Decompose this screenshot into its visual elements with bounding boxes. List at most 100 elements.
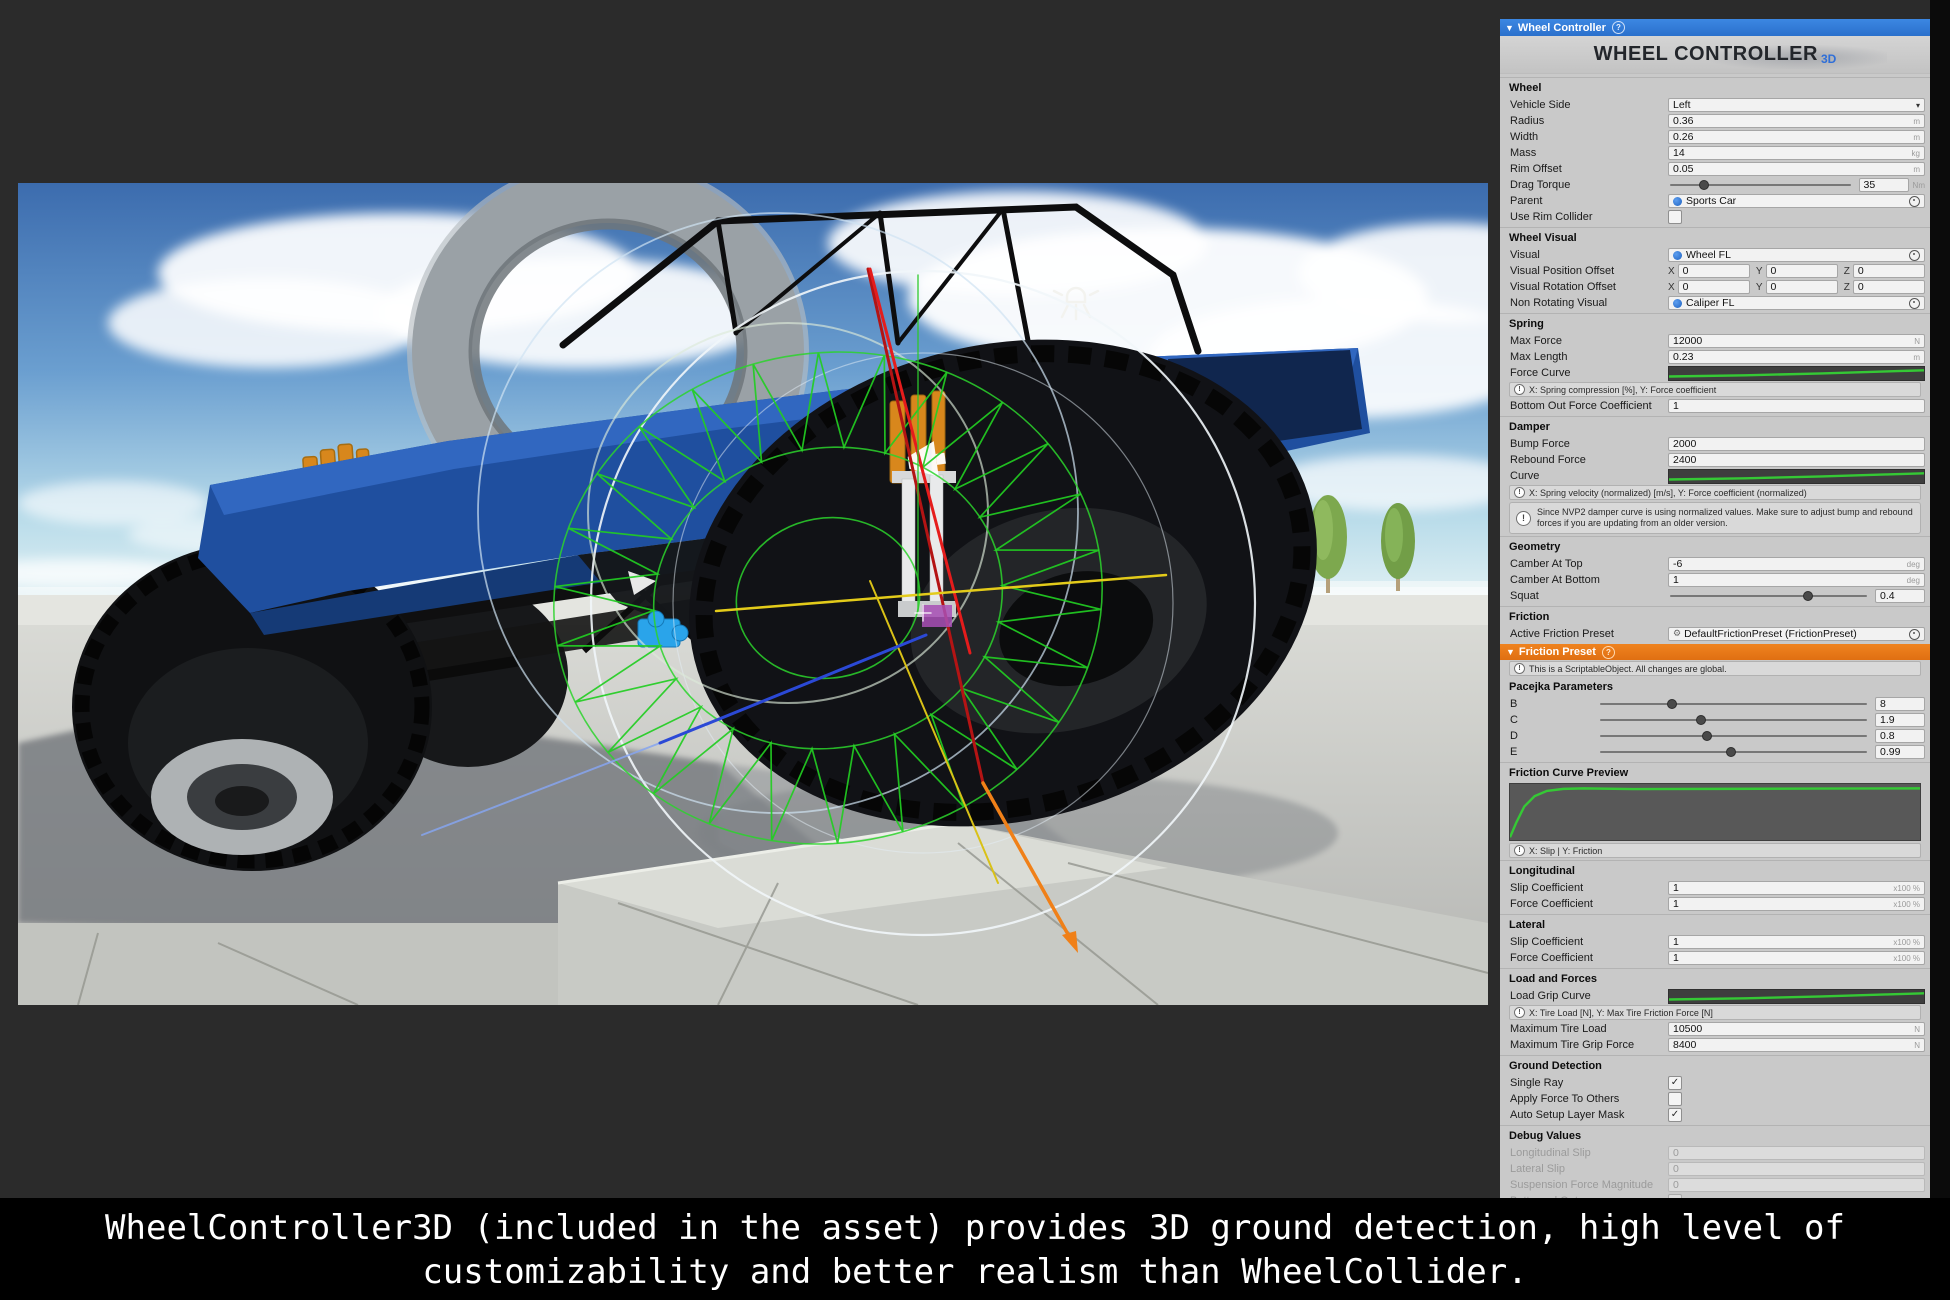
auto-setup-layer-mask-checkbox[interactable]: ✓ — [1668, 1108, 1682, 1122]
info-note: !X: Tire Load [N], Y: Max Tire Friction … — [1509, 1005, 1921, 1020]
object-picker-icon[interactable] — [1909, 298, 1920, 309]
object-name: Wheel FL — [1686, 249, 1731, 261]
slider-knob[interactable] — [1699, 180, 1709, 190]
non-rotating-visual-object-field[interactable]: Caliper FL — [1668, 296, 1925, 310]
field-value: 0 — [1858, 265, 1864, 277]
field-label: Force Coefficient — [1510, 898, 1668, 910]
camber-at-top-input[interactable]: -6deg — [1668, 557, 1925, 571]
maximum-tire-grip-force-input[interactable]: 8400N — [1668, 1038, 1925, 1052]
object-picker-icon[interactable] — [1909, 629, 1920, 640]
force-coefficient-input[interactable]: 1x100 % — [1668, 897, 1925, 911]
rim-offset-input[interactable]: 0.05m — [1668, 162, 1925, 176]
e-slider[interactable] — [1600, 751, 1867, 753]
field-value: 8 — [1880, 698, 1886, 710]
e-input[interactable]: 0.99 — [1875, 745, 1925, 759]
field-label: Bottom Out Force Coefficient — [1510, 400, 1668, 412]
help-icon[interactable]: ? — [1612, 21, 1625, 34]
mass-input[interactable]: 14kg — [1668, 146, 1925, 160]
parent-object-field[interactable]: Sports Car — [1668, 194, 1925, 208]
row-c: C1.9 — [1500, 712, 1930, 728]
scene-viewport[interactable] — [18, 183, 1488, 1005]
slip-coefficient-input[interactable]: 1x100 % — [1668, 881, 1925, 895]
squat-input[interactable]: 0.4 — [1875, 589, 1925, 603]
field-value: 2400 — [1673, 454, 1696, 466]
max-length-input[interactable]: 0.23m — [1668, 350, 1925, 364]
d-input[interactable]: 0.8 — [1875, 729, 1925, 743]
drag-torque-slider[interactable] — [1670, 184, 1851, 186]
visual-position-offset-z-input[interactable]: 0 — [1853, 264, 1925, 278]
c-slider[interactable] — [1600, 719, 1867, 721]
row-load-grip-curve: Load Grip Curve — [1500, 988, 1930, 1004]
visual-rotation-offset-z-input[interactable]: 0 — [1853, 280, 1925, 294]
row-maximum-tire-load: Maximum Tire Load10500N — [1500, 1021, 1930, 1037]
single-ray-checkbox[interactable]: ✓ — [1668, 1076, 1682, 1090]
row-parent: ParentSports Car — [1500, 193, 1930, 209]
squat-slider[interactable] — [1670, 595, 1867, 597]
radius-input[interactable]: 0.36m — [1668, 114, 1925, 128]
visual-position-offset-x-input[interactable]: 0 — [1678, 264, 1750, 278]
field-label: Drag Torque — [1510, 179, 1668, 191]
width-input[interactable]: 0.26m — [1668, 130, 1925, 144]
field-label: Force Curve — [1510, 367, 1668, 379]
bottom-out-force-coefficient-input[interactable]: 1 — [1668, 399, 1925, 413]
field-label: Vehicle Side — [1510, 99, 1668, 111]
b-slider[interactable] — [1600, 703, 1867, 705]
force-curve-curve-field[interactable] — [1668, 366, 1925, 381]
max-force-input[interactable]: 12000N — [1668, 334, 1925, 348]
section-header-friction: Friction — [1500, 606, 1930, 626]
drag-torque-input[interactable]: 35 — [1859, 178, 1909, 192]
maximum-tire-load-input[interactable]: 10500N — [1668, 1022, 1925, 1036]
unit-label: m — [1909, 133, 1920, 142]
curve-curve-field[interactable] — [1668, 469, 1925, 484]
field-value: -6 — [1673, 558, 1682, 570]
help-icon[interactable]: ? — [1602, 646, 1615, 659]
component-header[interactable]: ▼ Wheel Controller ? — [1500, 19, 1930, 36]
slider-knob[interactable] — [1702, 731, 1712, 741]
row-drag-torque: Drag Torque35Nm — [1500, 177, 1930, 193]
field-label: Visual Position Offset — [1510, 265, 1668, 277]
section-header-longitudinal: Longitudinal — [1500, 860, 1930, 880]
apply-force-to-others-checkbox[interactable] — [1668, 1092, 1682, 1106]
slider-knob[interactable] — [1696, 715, 1706, 725]
warning-icon: ! — [1516, 511, 1531, 526]
visual-rotation-offset-x-input[interactable]: 0 — [1678, 280, 1750, 294]
unit-label: kg — [1908, 149, 1920, 158]
slider-knob[interactable] — [1726, 747, 1736, 757]
d-slider[interactable] — [1600, 735, 1867, 737]
load-grip-curve-curve-field[interactable] — [1668, 989, 1925, 1004]
row-max-length: Max Length0.23m — [1500, 349, 1930, 365]
rebound-force-input[interactable]: 2400 — [1668, 453, 1925, 467]
visual-position-offset-y-input[interactable]: 0 — [1766, 264, 1838, 278]
visual-rotation-offset-y-input[interactable]: 0 — [1766, 280, 1838, 294]
use-rim-collider-checkbox[interactable] — [1668, 210, 1682, 224]
chevron-down-icon[interactable]: ▼ — [1505, 23, 1514, 33]
chevron-down-icon: ▾ — [1916, 101, 1920, 110]
right-edge-strip — [1930, 0, 1950, 1300]
inspector-panel: ▼ Wheel Controller ? WHEEL CONTROLLER 3D… — [1500, 19, 1930, 1200]
camber-at-bottom-input[interactable]: 1deg — [1668, 573, 1925, 587]
slider-knob[interactable] — [1803, 591, 1813, 601]
slider-knob[interactable] — [1667, 699, 1677, 709]
field-label: Visual Rotation Offset — [1510, 281, 1668, 293]
friction-preset-header[interactable]: ▼Friction Preset? — [1500, 644, 1930, 660]
component-title: Wheel Controller — [1518, 22, 1606, 34]
chevron-down-icon[interactable]: ▼ — [1506, 647, 1515, 657]
c-input[interactable]: 1.9 — [1875, 713, 1925, 727]
visual-object-field[interactable]: Wheel FL — [1668, 248, 1925, 262]
info-icon: ! — [1514, 384, 1525, 395]
vehicle-side-dropdown[interactable]: Left▾ — [1668, 98, 1925, 112]
caption-line-1: WheelController3D (included in the asset… — [0, 1206, 1950, 1250]
field-value: 12000 — [1673, 335, 1702, 347]
axis-label-z: Z — [1844, 282, 1850, 293]
force-coefficient-input[interactable]: 1x100 % — [1668, 951, 1925, 965]
field-label: Lateral Slip — [1510, 1163, 1668, 1175]
object-picker-icon[interactable] — [1909, 250, 1920, 261]
field-value: 1.9 — [1880, 714, 1895, 726]
field-value: 1 — [1673, 574, 1679, 586]
b-input[interactable]: 8 — [1875, 697, 1925, 711]
field-label: Slip Coefficient — [1510, 936, 1668, 948]
active-friction-preset-object-field[interactable]: ⚙DefaultFrictionPreset (FrictionPreset) — [1668, 627, 1925, 641]
object-picker-icon[interactable] — [1909, 196, 1920, 207]
bump-force-input[interactable]: 2000 — [1668, 437, 1925, 451]
slip-coefficient-input[interactable]: 1x100 % — [1668, 935, 1925, 949]
